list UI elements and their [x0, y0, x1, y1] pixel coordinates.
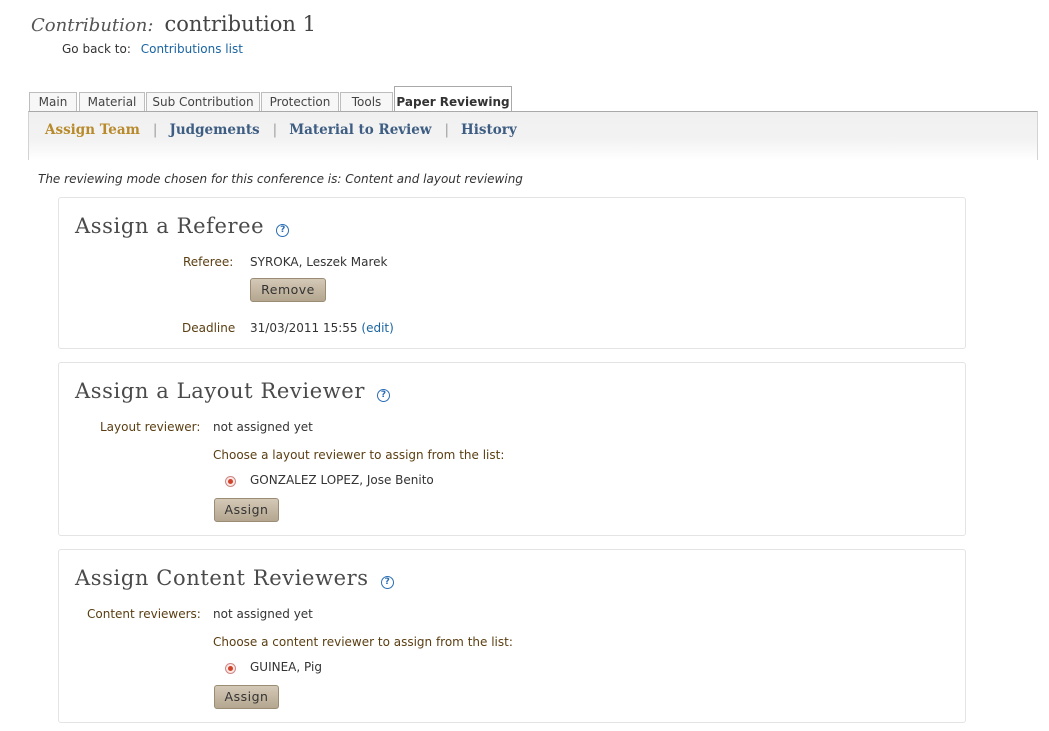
radio-selected-icon[interactable]: [225, 476, 236, 487]
assign-content-reviewers-title: Assign Content Reviewers: [75, 566, 369, 590]
subtab-separator: |: [444, 122, 450, 138]
contributions-list-link[interactable]: Contributions list: [141, 42, 243, 56]
layout-reviewer-label: Layout reviewer:: [100, 420, 201, 434]
help-question-icon[interactable]: ?: [276, 224, 290, 237]
assign-content-reviewers-section: Assign Content Reviewers? Content review…: [58, 549, 966, 723]
edit-deadline-link[interactable]: (edit): [361, 321, 393, 335]
radio-selected-icon[interactable]: [225, 663, 236, 674]
assign-content-reviewer-button[interactable]: Assign: [214, 685, 279, 709]
remove-referee-button[interactable]: Remove: [250, 278, 326, 302]
assign-referee-section: Assign a Referee? Referee: SYROKA, Lesze…: [58, 197, 966, 349]
assign-layout-reviewer-title: Assign a Layout Reviewer: [75, 379, 365, 403]
contribution-label: Contribution:: [31, 15, 154, 36]
assign-layout-reviewer-section: Assign a Layout Reviewer? Layout reviewe…: [58, 362, 966, 536]
subtab-bar: Assign Team | Judgements | Material to Revie…: [45, 122, 517, 138]
section-title: Assign a Referee?: [75, 214, 290, 238]
subtab-separator: |: [152, 122, 158, 138]
layout-reviewer-value: not assigned yet: [213, 420, 313, 434]
tab-main[interactable]: Main: [29, 92, 77, 111]
subtab-history[interactable]: History: [461, 122, 517, 138]
content-reviewers-value: not assigned yet: [213, 607, 313, 621]
assign-layout-reviewer-button[interactable]: Assign: [214, 498, 279, 522]
section-title: Assign Content Reviewers?: [75, 566, 394, 590]
choose-layout-reviewer-text: Choose a layout reviewer to assign from …: [213, 448, 505, 462]
go-back-label: Go back to:: [62, 42, 131, 56]
deadline-line: 31/03/2011 15:55 (edit): [250, 321, 394, 335]
tab-paper-reviewing[interactable]: Paper Reviewing: [394, 86, 512, 112]
referee-label: Referee:: [183, 255, 234, 269]
referee-value: SYROKA, Leszek Marek: [250, 255, 388, 269]
assign-referee-title: Assign a Referee: [75, 214, 265, 238]
subtab-assign-team[interactable]: Assign Team: [45, 122, 140, 138]
content-reviewers-label: Content reviewers:: [87, 607, 201, 621]
reviewing-mode-text: The reviewing mode chosen for this confe…: [38, 172, 523, 186]
deadline-label: Deadline: [182, 321, 236, 335]
deadline-value: 31/03/2011 15:55: [250, 321, 358, 335]
choose-content-reviewer-text: Choose a content reviewer to assign from…: [213, 635, 513, 649]
tab-material[interactable]: Material: [79, 92, 145, 111]
section-title: Assign a Layout Reviewer?: [75, 379, 390, 403]
tab-protection[interactable]: Protection: [261, 92, 339, 111]
page-title: contribution 1: [164, 12, 316, 36]
page-header: Contribution: contribution 1: [31, 12, 316, 36]
help-question-icon[interactable]: ?: [376, 389, 390, 402]
content-reviewer-option[interactable]: GUINEA, Pig: [250, 660, 322, 674]
subtab-material-to-review[interactable]: Material to Review: [289, 122, 431, 138]
layout-reviewer-option[interactable]: GONZALEZ LOPEZ, Jose Benito: [250, 473, 434, 487]
subtab-separator: |: [272, 122, 278, 138]
tab-sub-contribution[interactable]: Sub Contribution: [146, 92, 260, 111]
go-back-line: Go back to: Contributions list: [62, 42, 243, 56]
subtab-panel: Assign Team | Judgements | Material to Revie…: [28, 111, 1038, 160]
subtab-judgements[interactable]: Judgements: [169, 122, 259, 138]
page: Contribution: contribution 1 Go back to:…: [0, 0, 1049, 731]
help-question-icon[interactable]: ?: [380, 576, 394, 589]
tab-tools[interactable]: Tools: [340, 92, 393, 111]
